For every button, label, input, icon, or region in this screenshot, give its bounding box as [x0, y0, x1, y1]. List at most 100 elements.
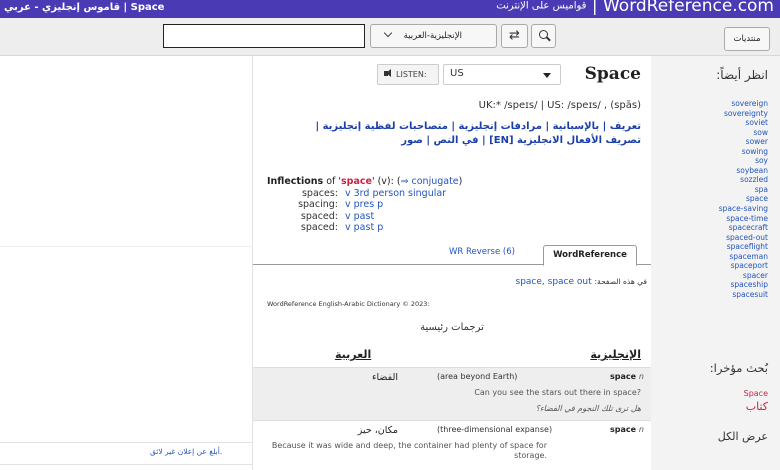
inflection-form: spacing: — [298, 199, 338, 210]
inflection-row: spaces: v 3rd person singular — [267, 188, 462, 200]
related-links[interactable]: تعريف | بالإسبانية | مرادفات إنجليزية | … — [281, 120, 641, 148]
column-english: الإنجليزية — [590, 348, 641, 361]
brand-name: WordReference.com — [602, 0, 774, 16]
inflections-header: Inflections of 'space' (v): (⇒ conjugate… — [267, 176, 462, 188]
listen-label: LISTEN: — [396, 70, 427, 79]
accent-value: US — [450, 68, 464, 79]
show-all-link[interactable]: عرض الكل — [718, 430, 768, 443]
search-bar: الإنجليزية-العربية ⇄ منتديات — [0, 18, 780, 56]
speaker-icon — [384, 69, 394, 78]
inflection-desc: v pres p — [345, 199, 384, 210]
related-word-link[interactable]: spacer — [719, 271, 768, 281]
related-word-link[interactable]: spaced-out — [719, 233, 768, 243]
right-sidebar: انظر أيضاً: sovereign sovereignty soviet… — [651, 56, 780, 470]
report-ad-link[interactable]: أبلغ عن إعلان غير لائق. — [150, 447, 222, 456]
brand-separator: | — [591, 0, 598, 16]
on-this-page-links[interactable]: space, space out — [516, 277, 592, 287]
related-word-link[interactable]: soybean — [719, 166, 768, 176]
inflection-form: spaced: — [300, 222, 338, 233]
tab-wr-reverse[interactable]: WR Reverse (6) — [449, 247, 515, 257]
inflection-desc: v 3rd person singular — [345, 187, 447, 199]
example-english: Because it was wide and deep, the contai… — [271, 441, 547, 460]
listen-button[interactable]: LISTEN: — [377, 64, 439, 85]
language-pair-select[interactable]: الإنجليزية-العربية — [370, 24, 497, 48]
inflections-text: of ' — [326, 176, 341, 187]
recent-search-link[interactable]: Space — [744, 389, 768, 398]
related-word-link[interactable]: sower — [719, 137, 768, 147]
main-content: Space LISTEN: US UK:* /speɪs/ | US: /spe… — [253, 56, 651, 470]
conjugate-link[interactable]: ⇒ conjugate — [401, 176, 459, 187]
related-word-link[interactable]: space-saving — [719, 204, 768, 214]
on-this-page-label: في هذه الصفحة: — [594, 277, 647, 286]
related-word-link[interactable]: spacecraft — [719, 223, 768, 233]
inflection-row: spaced: v past p — [267, 222, 462, 234]
related-word-link[interactable]: spacesuit — [719, 290, 768, 300]
column-headers: الإنجليزية العربية — [253, 346, 651, 368]
search-button[interactable] — [531, 24, 556, 48]
see-also-title: انظر أيضاً: — [716, 68, 768, 82]
on-this-page: في هذه الصفحة: space, space out — [516, 277, 648, 287]
inflection-desc: v past — [345, 210, 375, 222]
inflections-label: Inflections — [267, 176, 324, 187]
inflection-desc: v past p — [345, 222, 384, 233]
inflection-row: spaced: v past — [267, 211, 462, 223]
translation-row: space n (area beyond Earth) الفضاء Can y… — [253, 368, 651, 420]
recent-searches-title: بُحث مؤخرا: — [709, 361, 768, 375]
headword: Space — [584, 64, 641, 84]
entry-pos: n — [638, 372, 644, 381]
entry-word: space — [610, 425, 637, 434]
translation-row: space n (three-dimensional expanse) مكان… — [253, 420, 651, 470]
divider — [0, 464, 253, 465]
entry-headword: space n — [610, 425, 644, 434]
dictionary-tabs: WR Reverse (6) WordReference — [253, 243, 651, 266]
related-word-link[interactable]: spaceflight — [719, 242, 768, 252]
example-english: Can you see the stars out there in space… — [474, 388, 641, 397]
related-word-link[interactable]: sovereign — [719, 99, 768, 109]
divider — [0, 442, 253, 443]
dropdown-triangle-icon — [543, 73, 551, 78]
related-word-link[interactable]: sovereignty — [719, 109, 768, 119]
ad-column: أبلغ عن إعلان غير لائق. — [0, 56, 253, 470]
related-words-list: sovereign sovereignty soviet sow sower s… — [719, 99, 768, 299]
entry-word: space — [610, 372, 637, 381]
entry-sense: (three-dimensional expanse) — [437, 425, 553, 434]
related-word-link[interactable]: sozzled — [719, 175, 768, 185]
search-input[interactable] — [163, 24, 365, 48]
inflections-text: ) — [458, 176, 463, 187]
related-word-link[interactable]: spaceport — [719, 261, 768, 271]
related-word-link[interactable]: space-time — [719, 214, 768, 224]
chevron-down-icon — [383, 28, 393, 38]
language-pair-value: الإنجليزية-العربية — [403, 31, 462, 41]
site-brand[interactable]: قواميس على الإنترنت | WordReference.com — [496, 0, 774, 16]
divider — [0, 246, 253, 247]
recent-search-link[interactable]: كتاب — [744, 400, 768, 413]
swap-icon: ⇄ — [509, 28, 520, 43]
related-word-link[interactable]: sowing — [719, 147, 768, 157]
copyright: WordReference English-Arabic Dictionary … — [267, 300, 430, 308]
section-title: ترجمات رئيسية — [420, 322, 484, 333]
inflections: Inflections of 'space' (v): (⇒ conjugate… — [267, 176, 462, 234]
related-word-link[interactable]: soviet — [719, 118, 768, 128]
inflections-text: ' (v): ( — [371, 176, 401, 187]
related-word-link[interactable]: sow — [719, 128, 768, 138]
related-word-link[interactable]: spaceman — [719, 252, 768, 262]
recent-searches-list: Space كتاب — [744, 389, 768, 413]
page-title: قاموس إنجليزي - عربي | Space — [4, 2, 165, 13]
accent-select[interactable]: US — [443, 64, 561, 85]
related-word-link[interactable]: spaceship — [719, 280, 768, 290]
entry-arabic: الفضاء — [372, 372, 398, 383]
entry-pos: n — [638, 425, 644, 434]
entry-headword: space n — [610, 372, 644, 381]
entry-sense: (area beyond Earth) — [437, 372, 518, 381]
tab-wordreference[interactable]: WordReference — [543, 245, 637, 266]
forums-button[interactable]: منتديات — [724, 27, 770, 51]
example-arabic: هل ترى تلك النجوم في الفضاء؟ — [535, 404, 641, 413]
pronunciation: UK:* /speɪs/ | US: /speɪs/ , (spās) — [478, 100, 641, 111]
related-word-link[interactable]: soy — [719, 156, 768, 166]
swap-languages-button[interactable]: ⇄ — [501, 24, 528, 48]
inflection-form: spaces: — [301, 187, 338, 199]
top-header: قاموس إنجليزي - عربي | Space قواميس على … — [0, 0, 780, 18]
related-word-link[interactable]: space — [719, 194, 768, 204]
related-word-link[interactable]: spa — [719, 185, 768, 195]
entry-arabic: مكان، حيز — [357, 425, 398, 436]
